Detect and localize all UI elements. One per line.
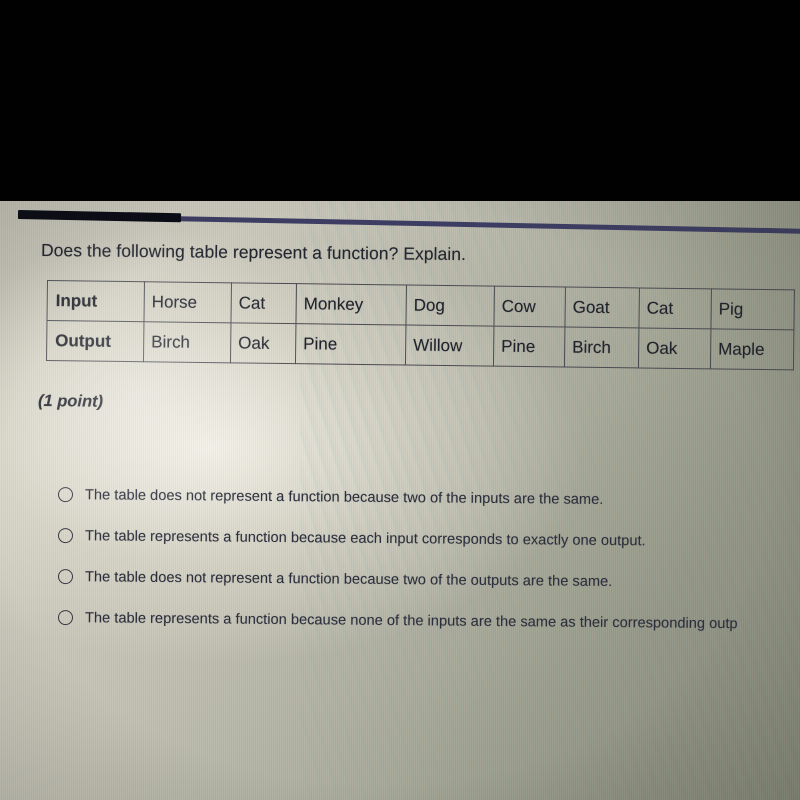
radio-button-icon-2[interactable]: [57, 569, 74, 585]
answer-option-label-1: The table represents a function because …: [84, 527, 646, 549]
answer-option-0[interactable]: The table does not represent a function …: [57, 474, 800, 522]
table-cell-input-1: Cat: [230, 282, 297, 324]
table-cell-input-0: Horse: [143, 281, 232, 323]
answer-option-2[interactable]: The table does not represent a function …: [57, 556, 800, 604]
question-points-label: (1 point): [37, 392, 104, 411]
table-cell-input-3: Dog: [405, 285, 495, 327]
answer-option-label-0: The table does not represent a function …: [84, 486, 604, 508]
table-cell-output-0: Birch: [143, 321, 231, 363]
table-row-output: Output Birch Oak Pine Willow Pine Birch …: [46, 320, 794, 370]
table-cell-input-2: Monkey: [295, 283, 407, 326]
table-cell-input-5: Goat: [564, 287, 640, 328]
table-cell-output-7: Maple: [710, 328, 794, 370]
progress-bar-fill: [17, 210, 182, 223]
answer-option-label-3: The table represents a function because …: [84, 609, 738, 632]
table-rowheader-output: Output: [46, 320, 144, 362]
screenshot-root: Does the following table represent a fun…: [0, 0, 800, 800]
question-prompt: Does the following table represent a fun…: [40, 240, 467, 265]
answer-option-label-2: The table does not represent a function …: [84, 568, 613, 590]
table-cell-output-1: Oak: [230, 322, 296, 364]
answer-options-list: The table does not represent a function …: [57, 474, 800, 638]
table-cell-output-5: Birch: [564, 327, 639, 368]
answer-option-1[interactable]: The table represents a function because …: [57, 515, 800, 563]
photographed-screen: Does the following table represent a fun…: [0, 198, 800, 800]
radio-button-icon-0[interactable]: [57, 487, 74, 503]
table-rowheader-input: Input: [46, 280, 145, 322]
table-cell-output-6: Oak: [638, 327, 711, 369]
table-cell-input-7: Pig: [710, 288, 795, 330]
answer-option-3[interactable]: The table represents a function because …: [57, 597, 800, 645]
letterbox-band-top: [0, 0, 800, 201]
quiz-progress-bar: [17, 210, 800, 236]
table-cell-output-4: Pine: [493, 326, 565, 368]
table-cell-input-4: Cow: [493, 286, 566, 328]
table-cell-output-3: Willow: [405, 325, 494, 367]
function-table: Input Horse Cat Monkey Dog Cow Goat Cat …: [46, 280, 795, 370]
table-cell-input-6: Cat: [638, 287, 712, 329]
table-cell-output-2: Pine: [295, 323, 406, 366]
radio-button-icon-1[interactable]: [57, 528, 74, 544]
quiz-page: Does the following table represent a fun…: [0, 198, 800, 800]
radio-button-icon-3[interactable]: [57, 610, 74, 626]
